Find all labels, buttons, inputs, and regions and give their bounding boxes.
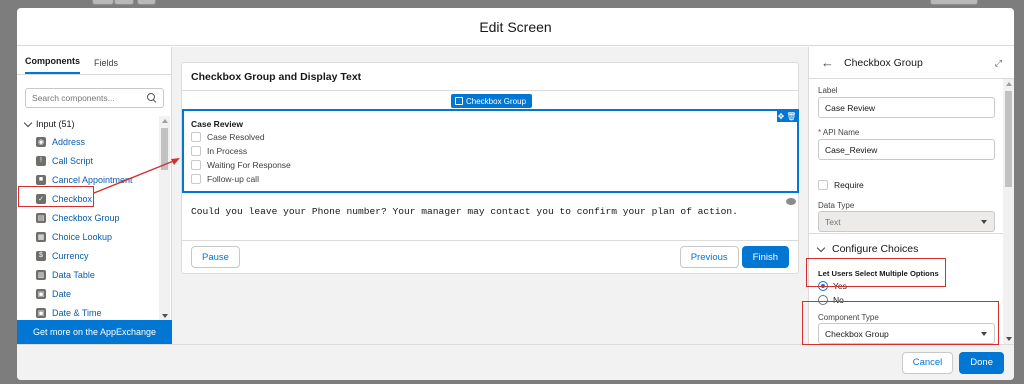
annotation-arrow xyxy=(93,158,180,194)
